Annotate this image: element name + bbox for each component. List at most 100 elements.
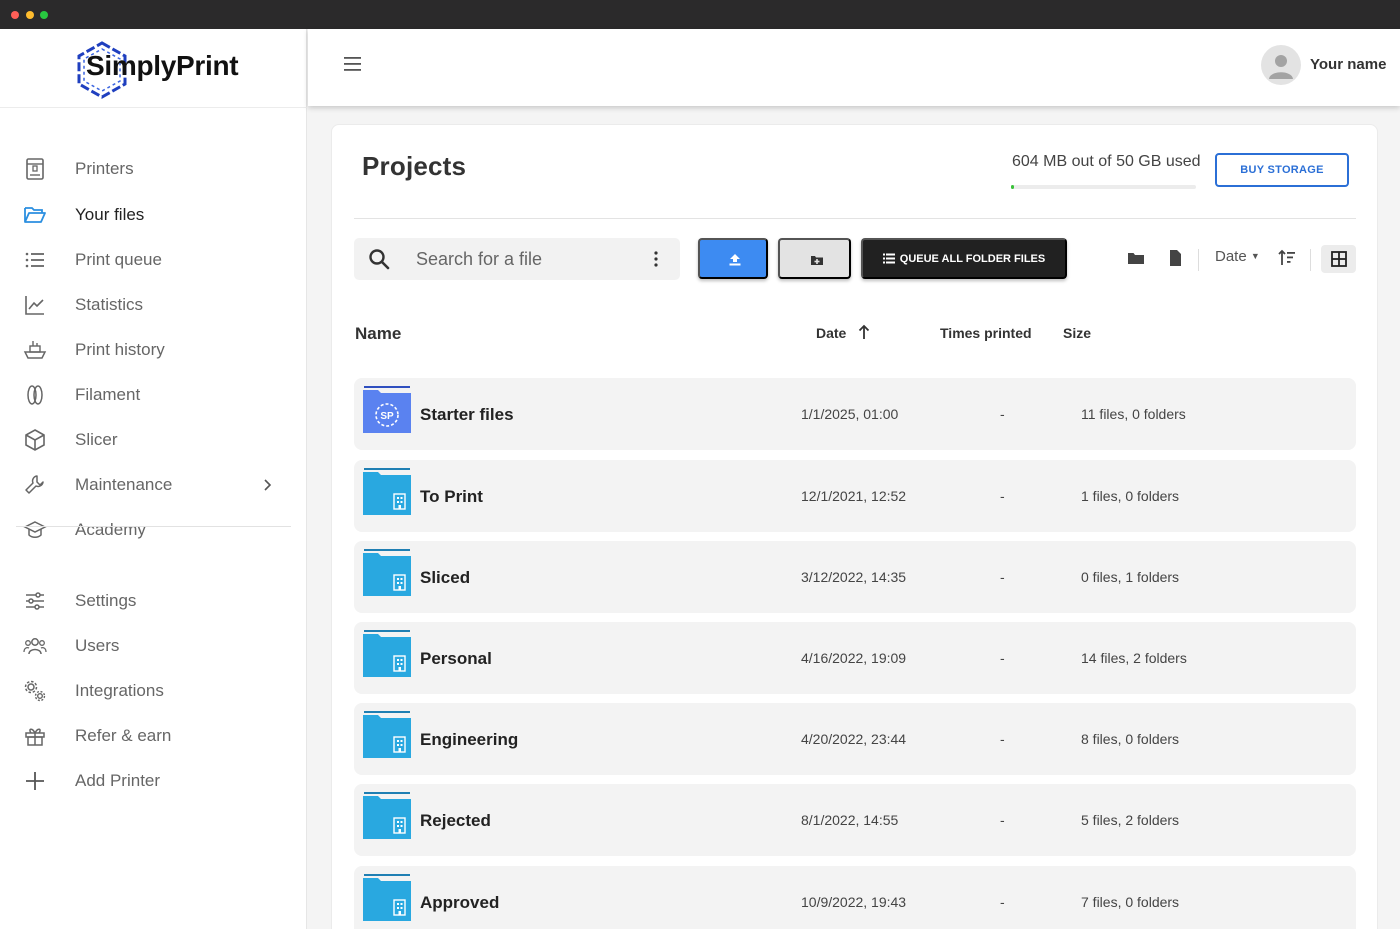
table-row[interactable]: To Print 12/1/2021, 12:52 - 1 files, 0 fold…: [354, 460, 1356, 532]
sidebar-item-label: Print history: [75, 340, 165, 359]
sidebar-item-integrations[interactable]: Integrations: [0, 671, 306, 711]
sidebar-item-filament[interactable]: Filament: [0, 375, 306, 415]
ship-icon: [23, 341, 47, 359]
new-folder-button[interactable]: [778, 238, 851, 279]
sort-by-dropdown[interactable]: Date ▼: [1215, 248, 1260, 265]
sort-ascending-arrow-icon[interactable]: [856, 322, 872, 342]
folder-size: 8 files, 0 folders: [1081, 731, 1180, 747]
sidebar-item-maintenance[interactable]: Maintenance: [0, 465, 306, 505]
sidebar-item-label: Print queue: [75, 250, 162, 269]
table-row[interactable]: Personal 4/16/2022, 19:09 - 14 files, 2 fol…: [354, 622, 1356, 694]
sidebar-item-print-queue[interactable]: Print queue: [0, 240, 306, 280]
folder-name: Starter files: [420, 405, 514, 424]
show-folders-icon[interactable]: [1126, 248, 1146, 268]
sidebar-item-label: Integrations: [75, 681, 164, 700]
sidebar-divider: [16, 526, 291, 527]
folder-times-printed: -: [1000, 488, 1005, 504]
window-maximize-button[interactable]: [40, 11, 48, 19]
column-header-times-printed[interactable]: Times printed: [940, 325, 1032, 341]
folder-date: 1/1/2025, 01:00: [801, 406, 899, 422]
sidebar-item-label: Settings: [75, 591, 137, 610]
shared-folder-icon: [363, 630, 411, 677]
folder-name: Personal: [420, 649, 492, 668]
shared-folder-icon: [363, 874, 411, 921]
column-header-size[interactable]: Size: [1063, 325, 1091, 341]
table-row[interactable]: Sliced 3/12/2022, 14:35 - 0 files, 1 folder…: [354, 541, 1356, 613]
storage-usage-fill: [1011, 185, 1014, 189]
window-minimize-button[interactable]: [26, 11, 34, 19]
gift-icon: [25, 728, 45, 746]
plus-icon: [26, 772, 44, 790]
starter-folder-icon: SP: [363, 386, 411, 433]
search-icon[interactable]: [368, 248, 390, 270]
table-row[interactable]: Engineering 4/20/2022, 23:44 - 8 files, 0 f…: [354, 703, 1356, 775]
column-header-name[interactable]: Name: [355, 324, 401, 344]
projects-card: Projects 604 MB out of 50 GB used BUY ST…: [331, 124, 1378, 929]
shared-folder-icon: [363, 549, 411, 596]
list-icon: [25, 252, 44, 268]
user-avatar[interactable]: [1261, 45, 1301, 85]
sidebar-item-your-files[interactable]: Your files: [0, 195, 306, 235]
folder-size: 7 files, 0 folders: [1081, 894, 1180, 910]
sidebar-item-statistics[interactable]: Statistics: [0, 285, 306, 325]
shared-folder-icon: [363, 468, 411, 515]
card-divider: [354, 218, 1356, 219]
sidebar-item-academy[interactable]: Academy: [0, 510, 306, 550]
folder-date: 4/20/2022, 23:44: [801, 731, 907, 747]
table-row[interactable]: Approved 10/9/2022, 19:43 - 7 files, 0 fold…: [354, 866, 1356, 929]
sidebar-item-refer-earn[interactable]: Refer & earn: [0, 716, 306, 756]
sidebar-item-printers[interactable]: Printers: [0, 149, 306, 189]
user-avatar-icon: [1269, 55, 1293, 79]
folder-date: 4/16/2022, 19:09: [801, 650, 907, 666]
folder-open-icon: [24, 207, 46, 223]
sidebar-item-slicer[interactable]: Slicer: [0, 420, 306, 460]
folder-name: Sliced: [420, 568, 471, 587]
sidebar-item-label: Statistics: [75, 295, 144, 314]
wrench-icon: [25, 475, 44, 494]
buy-storage-button[interactable]: BUY STORAGE: [1215, 153, 1349, 187]
show-files-icon[interactable]: [1165, 248, 1185, 268]
column-header-date[interactable]: Date: [816, 325, 846, 341]
window-close-button[interactable]: [11, 11, 19, 19]
sidebar-item-settings[interactable]: Settings: [0, 581, 306, 621]
table-row[interactable]: Rejected 8/1/2022, 14:55 - 5 files, 2 folde…: [354, 784, 1356, 856]
folder-date: 3/12/2022, 14:35: [801, 569, 907, 585]
folder-times-printed: -: [1000, 569, 1005, 585]
simplyprint-logo[interactable]: SimplyPrint: [72, 41, 272, 99]
sidebar-item-label: Refer & earn: [75, 726, 172, 745]
folder-times-printed: -: [1000, 894, 1005, 910]
sidebar-item-users[interactable]: Users: [0, 626, 306, 666]
folder-name: Rejected: [420, 811, 491, 830]
folder-date: 12/1/2021, 12:52: [801, 488, 907, 504]
search-input[interactable]: [416, 247, 636, 271]
folder-times-printed: -: [1000, 812, 1005, 828]
queue-all-label: QUEUE ALL FOLDER FILES: [899, 252, 1046, 265]
shared-folder-icon: [363, 792, 411, 839]
search-options-icon[interactable]: [646, 249, 666, 269]
grid-view-toggle[interactable]: [1321, 245, 1356, 273]
user-name[interactable]: Your name: [1310, 56, 1386, 73]
folder-plus-icon: [811, 256, 823, 265]
top-bar: Your name: [308, 29, 1400, 106]
upload-file-button[interactable]: [698, 238, 768, 279]
folder-name: To Print: [420, 487, 483, 506]
sidebar-item-add-printer[interactable]: Add Printer: [0, 761, 306, 801]
sort-by-label: Date: [1215, 248, 1247, 265]
table-row[interactable]: SP Starter files 1/1/2025, 01:00 - 11 files…: [354, 378, 1356, 450]
hamburger-menu-icon[interactable]: [342, 53, 364, 75]
chevron-right-icon[interactable]: [258, 475, 278, 495]
sliders-icon: [26, 592, 44, 610]
window-titlebar: [0, 0, 1400, 29]
toolbar-divider: [1310, 249, 1311, 271]
sidebar-item-label: Users: [75, 636, 120, 655]
folder-times-printed: -: [1000, 731, 1005, 747]
sidebar-item-print-history[interactable]: Print history: [0, 330, 306, 370]
caret-down-icon: ▼: [1250, 251, 1260, 261]
queue-all-folder-files-button[interactable]: QUEUE ALL FOLDER FILES: [861, 238, 1067, 279]
sidebar-item-label: Slicer: [75, 430, 118, 449]
users-icon: [23, 638, 47, 655]
printer-icon: [26, 158, 44, 180]
graduation-cap-icon: [23, 521, 47, 538]
sort-direction-icon[interactable]: [1277, 248, 1297, 268]
folder-date: 10/9/2022, 19:43: [801, 894, 907, 910]
